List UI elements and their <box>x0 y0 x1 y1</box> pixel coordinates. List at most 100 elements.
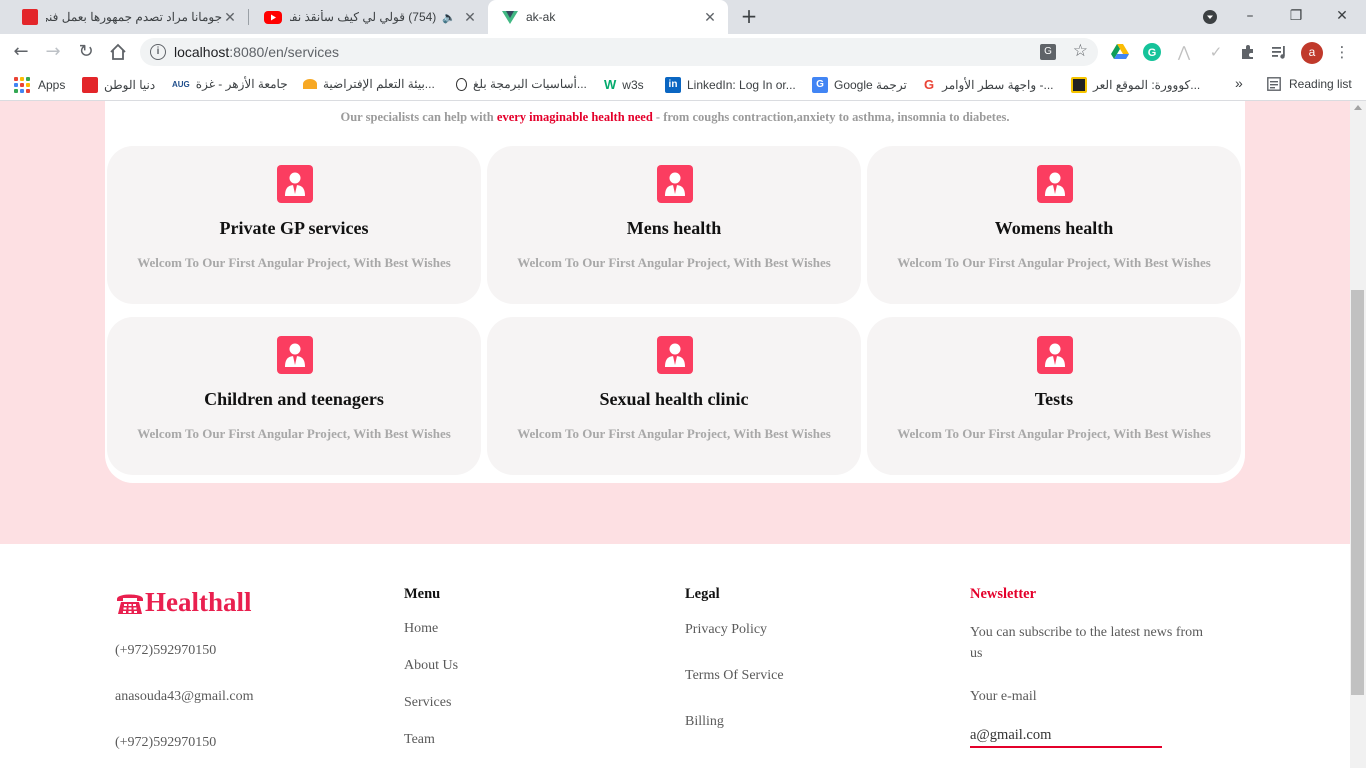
footer-link-billing[interactable]: Billing <box>685 714 724 730</box>
bookmark-kooora[interactable]: كووورة: الموقع العر... <box>1071 77 1200 93</box>
services-section: Our specialists can help with every imag… <box>0 101 1350 544</box>
reading-list-button[interactable]: Reading list <box>1267 77 1352 91</box>
intro-highlight: every imaginable health need <box>496 110 653 124</box>
forward-button[interactable]: → <box>41 41 65 63</box>
kooora-favicon-icon <box>1071 77 1087 93</box>
bookmark-label: كووورة: الموقع العر... <box>1093 78 1201 92</box>
close-icon[interactable]: ✕ <box>702 9 718 26</box>
scroll-up-arrow-icon[interactable] <box>1354 105 1362 110</box>
bookmark-linkedin[interactable]: in LinkedIn: Log In or... <box>665 77 796 93</box>
scrollbar-thumb[interactable] <box>1351 290 1364 695</box>
site-info-icon[interactable]: i <box>150 44 166 60</box>
speaker-icon[interactable]: 🔈 <box>442 11 456 24</box>
service-title: Private GP services <box>219 218 369 238</box>
bookmark-label: واجهة سطر الأوامر -... <box>942 77 1054 92</box>
close-icon[interactable]: ✕ <box>222 9 238 26</box>
doctor-icon <box>277 165 313 203</box>
services-intro: Our specialists can help with every imag… <box>340 110 1010 124</box>
close-icon[interactable]: ✕ <box>462 9 478 26</box>
service-card-womens-health[interactable]: Womens health Welcom To Our First Angula… <box>867 146 1241 304</box>
apps-grid-icon <box>14 77 30 93</box>
home-button[interactable] <box>106 41 130 63</box>
back-button[interactable]: ← <box>9 41 33 63</box>
bookmark-donia-alwatan[interactable]: دنيا الوطن <box>82 77 155 93</box>
page-viewport: Our specialists can help with every imag… <box>0 101 1350 768</box>
footer-link-about[interactable]: About Us <box>404 658 458 674</box>
extensions-puzzle-icon[interactable] <box>1238 42 1258 62</box>
checkmark-icon[interactable]: ✓ <box>1206 42 1226 62</box>
site-footer: Healthall (+972)592970150 anasouda43@gma… <box>0 544 1350 768</box>
reading-list-icon <box>1267 77 1281 91</box>
google-drive-icon[interactable] <box>1110 42 1130 62</box>
service-description: Welcom To Our First Angular Project, Wit… <box>517 255 831 270</box>
reading-list-label: Reading list <box>1289 77 1352 91</box>
bookmark-programming[interactable]: أساسيات البرمجة بلغ... <box>456 77 587 91</box>
google-favicon-icon: G <box>924 77 935 92</box>
service-card-mens-health[interactable]: Mens health Welcom To Our First Angular … <box>487 146 861 304</box>
programming-favicon-icon <box>456 77 467 91</box>
window-close-button[interactable]: ✕ <box>1322 4 1362 28</box>
tab-title: جومانا مراد تصدم جمهورها بعمل فني <box>46 10 222 24</box>
bookmark-star-icon[interactable]: ☆ <box>1073 41 1088 61</box>
doctor-icon <box>277 336 313 374</box>
footer-brand[interactable]: Healthall <box>115 587 252 618</box>
doctor-icon <box>657 165 693 203</box>
extension-a-icon[interactable]: ⋀ <box>1174 42 1194 62</box>
footer-link-team[interactable]: Team <box>404 732 435 748</box>
profile-avatar[interactable]: a <box>1301 42 1323 64</box>
doctor-icon <box>657 336 693 374</box>
service-card-private-gp[interactable]: Private GP services Welcom To Our First … <box>107 146 481 304</box>
contact-phone: (+972)592970150 <box>115 643 217 658</box>
bookmarks-bar: Apps دنيا الوطن AUG جامعة الأزهر - غزة ب… <box>0 70 1366 101</box>
reload-button[interactable]: ↻ <box>74 41 98 63</box>
bookmark-label: جامعة الأزهر - غزة <box>195 77 288 91</box>
bookmark-moodle[interactable]: بيئة التعلم الإفتراضية... <box>303 77 435 91</box>
service-description: Welcom To Our First Angular Project, Wit… <box>517 426 831 441</box>
new-tab-button[interactable]: + <box>738 6 760 28</box>
more-menu-icon[interactable]: ⋮ <box>1332 42 1352 62</box>
media-control-icon[interactable] <box>1269 42 1289 62</box>
service-description: Welcom To Our First Angular Project, Wit… <box>137 426 451 441</box>
service-description: Welcom To Our First Angular Project, Wit… <box>137 255 451 270</box>
bookmark-label: w3s <box>622 77 644 92</box>
service-card-children[interactable]: Children and teenagers Welcom To Our Fir… <box>107 317 481 475</box>
tab-title: (754) قولي لي كيف سأنقذ نفسي <box>290 10 437 24</box>
service-title: Children and teenagers <box>204 389 384 409</box>
bookmark-label: Google ترجمة <box>834 78 907 92</box>
address-bar[interactable]: i localhost:8080/en/services G ☆ <box>140 38 1098 66</box>
telephone-icon <box>117 594 143 614</box>
footer-link-services[interactable]: Services <box>404 695 451 711</box>
translate-icon[interactable]: G <box>1040 44 1056 60</box>
bookmark-w3s[interactable]: W w3s <box>604 77 644 92</box>
footer-link-privacy[interactable]: Privacy Policy <box>685 622 767 638</box>
service-description: Welcom To Our First Angular Project, Wit… <box>897 255 1211 270</box>
bookmark-label: دنيا الوطن <box>104 78 156 92</box>
bookmark-label: بيئة التعلم الإفتراضية... <box>323 77 435 91</box>
tab-search-button[interactable] <box>1190 6 1230 30</box>
footer-link-terms[interactable]: Terms Of Service <box>685 668 784 684</box>
page-scrollbar[interactable] <box>1350 101 1366 768</box>
bookmarks-overflow-button[interactable]: » <box>1235 75 1243 91</box>
w3s-favicon-icon: W <box>604 77 617 92</box>
bookmark-google-translate[interactable]: G Google ترجمة <box>812 77 907 93</box>
service-card-sexual-health[interactable]: Sexual health clinic Welcom To Our First… <box>487 317 861 475</box>
tab-news[interactable]: جومانا مراد تصدم جمهورها بعمل فني ✕ <box>8 0 248 34</box>
bookmark-apps[interactable]: Apps <box>14 77 65 93</box>
menu-heading: Menu <box>404 586 441 602</box>
linkedin-favicon-icon: in <box>665 77 681 93</box>
newsletter-email-input[interactable] <box>970 724 1162 748</box>
news-favicon-icon <box>22 9 38 25</box>
restore-button[interactable]: ❐ <box>1276 4 1316 28</box>
tab-youtube[interactable]: (754) قولي لي كيف سأنقذ نفسي 🔈 ✕ <box>250 0 488 34</box>
service-title: Tests <box>1034 389 1074 409</box>
service-card-tests[interactable]: Tests Welcom To Our First Angular Projec… <box>867 317 1241 475</box>
minimize-button[interactable]: – <box>1230 4 1270 28</box>
contact-email[interactable]: anasouda43@gmail.com <box>115 689 253 705</box>
footer-link-home[interactable]: Home <box>404 621 438 637</box>
grammarly-icon[interactable]: G <box>1142 42 1162 62</box>
url-text: localhost:8080/en/services <box>174 44 339 60</box>
tab-title: ak-ak <box>526 10 556 24</box>
bookmark-azhar[interactable]: AUG جامعة الأزهر - غزة <box>172 77 288 91</box>
tab-ak-ak[interactable]: ak-ak ✕ <box>488 0 728 34</box>
bookmark-cli[interactable]: G واجهة سطر الأوامر -... <box>924 77 1054 92</box>
